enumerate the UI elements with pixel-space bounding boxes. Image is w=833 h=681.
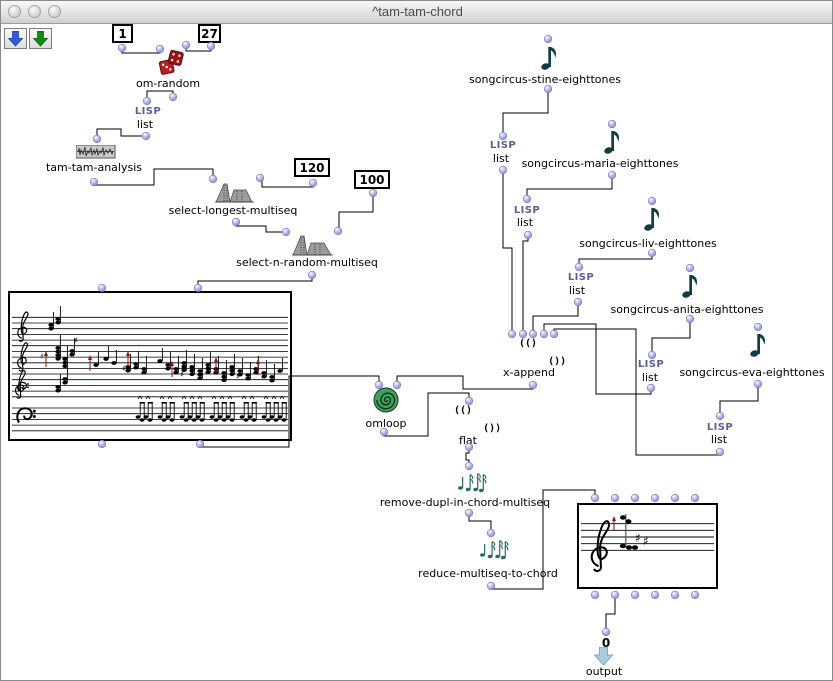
patch-cord bbox=[94, 169, 213, 185]
patch-cord bbox=[260, 178, 313, 187]
port[interactable] bbox=[609, 121, 616, 128]
port[interactable] bbox=[612, 495, 619, 502]
port[interactable] bbox=[603, 629, 610, 636]
port[interactable] bbox=[119, 45, 126, 52]
window-title: ^tam-tam-chord bbox=[1, 4, 833, 19]
patch-cord bbox=[397, 376, 533, 389]
port[interactable] bbox=[672, 592, 679, 599]
patch-cord bbox=[544, 324, 651, 394]
port[interactable] bbox=[545, 36, 552, 43]
patch-cord bbox=[338, 193, 373, 231]
port[interactable] bbox=[592, 592, 599, 599]
port[interactable] bbox=[488, 530, 495, 537]
port[interactable] bbox=[755, 381, 762, 388]
port[interactable] bbox=[488, 583, 495, 590]
port[interactable] bbox=[609, 172, 616, 179]
patch-cord bbox=[236, 222, 286, 232]
port[interactable] bbox=[632, 592, 639, 599]
port[interactable] bbox=[612, 592, 619, 599]
port[interactable] bbox=[545, 86, 552, 93]
port[interactable] bbox=[525, 232, 532, 239]
port[interactable] bbox=[649, 250, 656, 257]
port[interactable] bbox=[210, 176, 217, 183]
output-index: 0 bbox=[602, 636, 610, 650]
port[interactable] bbox=[672, 495, 679, 502]
port[interactable] bbox=[649, 198, 656, 205]
patch-cords-layer bbox=[1, 1, 833, 681]
port[interactable] bbox=[755, 324, 762, 331]
port[interactable] bbox=[283, 229, 290, 236]
port[interactable] bbox=[466, 444, 473, 451]
port[interactable] bbox=[530, 382, 537, 389]
port[interactable] bbox=[310, 180, 317, 187]
port[interactable] bbox=[717, 449, 724, 456]
patch-cord bbox=[503, 170, 512, 334]
port[interactable] bbox=[500, 167, 507, 174]
port[interactable] bbox=[530, 331, 537, 338]
port[interactable] bbox=[551, 331, 558, 338]
port[interactable] bbox=[335, 228, 342, 235]
port[interactable] bbox=[576, 264, 583, 271]
port[interactable] bbox=[541, 331, 548, 338]
title-bar: ^tam-tam-chord bbox=[1, 1, 833, 24]
port[interactable] bbox=[692, 495, 699, 502]
port[interactable] bbox=[144, 98, 151, 105]
port[interactable] bbox=[94, 136, 101, 143]
patch-cord bbox=[491, 490, 595, 589]
port[interactable] bbox=[381, 429, 388, 436]
port[interactable] bbox=[183, 42, 190, 49]
patch-cord bbox=[97, 129, 146, 139]
port[interactable] bbox=[687, 316, 694, 323]
port[interactable] bbox=[692, 592, 699, 599]
port[interactable] bbox=[575, 299, 582, 306]
port[interactable] bbox=[524, 196, 531, 203]
port[interactable] bbox=[520, 331, 527, 338]
port[interactable] bbox=[157, 46, 164, 53]
port[interactable] bbox=[99, 285, 106, 292]
patch-cord bbox=[523, 235, 528, 334]
port[interactable] bbox=[99, 441, 106, 448]
port[interactable] bbox=[632, 495, 639, 502]
patch-cord bbox=[554, 329, 720, 455]
port[interactable] bbox=[466, 398, 473, 405]
patch-cord bbox=[198, 275, 312, 288]
port[interactable] bbox=[233, 219, 240, 226]
port[interactable] bbox=[170, 94, 177, 101]
patch-cord bbox=[503, 89, 548, 136]
patch-window: ^tam-tam-chord 1 27 120 100 om-random bbox=[0, 0, 833, 681]
patch-cord bbox=[579, 253, 652, 267]
port[interactable] bbox=[592, 495, 599, 502]
port[interactable] bbox=[500, 133, 507, 140]
port[interactable] bbox=[195, 285, 202, 292]
port[interactable] bbox=[509, 331, 516, 338]
port[interactable] bbox=[143, 133, 150, 140]
port[interactable] bbox=[370, 190, 377, 197]
patch-cord bbox=[384, 393, 469, 436]
port[interactable] bbox=[717, 413, 724, 420]
port[interactable] bbox=[687, 265, 694, 272]
port[interactable] bbox=[257, 175, 264, 182]
port[interactable] bbox=[648, 385, 655, 392]
patch-cord bbox=[606, 595, 615, 632]
patch-cord bbox=[527, 175, 612, 199]
port[interactable] bbox=[649, 352, 656, 359]
patch-cord bbox=[200, 376, 379, 447]
port[interactable] bbox=[376, 382, 383, 389]
patch-cord bbox=[652, 319, 690, 355]
port[interactable] bbox=[91, 179, 98, 186]
port[interactable] bbox=[309, 272, 316, 279]
port[interactable] bbox=[394, 382, 401, 389]
port[interactable] bbox=[466, 510, 473, 517]
port[interactable] bbox=[208, 43, 215, 50]
patch-cord bbox=[122, 48, 160, 53]
port[interactable] bbox=[197, 441, 204, 448]
port[interactable] bbox=[652, 495, 659, 502]
patch-cord bbox=[720, 384, 758, 416]
port[interactable] bbox=[652, 592, 659, 599]
port[interactable] bbox=[466, 463, 473, 470]
